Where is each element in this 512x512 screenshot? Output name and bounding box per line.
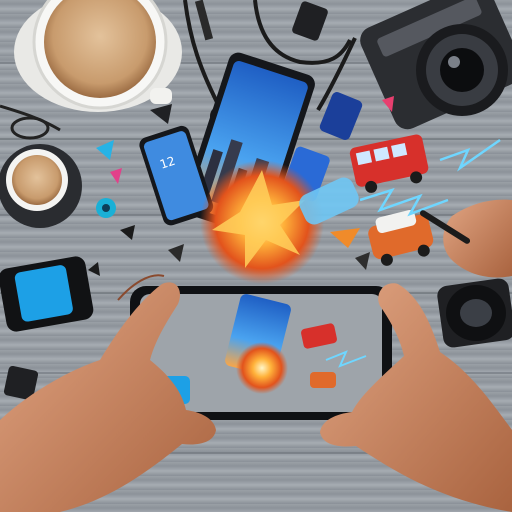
coffee-cup-large-icon	[14, 0, 182, 112]
usb-drive-icon	[292, 1, 328, 41]
toy-bus-icon	[349, 134, 429, 193]
camera-icon	[360, 0, 512, 130]
photo-scene: 12	[0, 0, 512, 512]
pen-icon	[194, 0, 214, 41]
lens-icon	[437, 278, 512, 348]
coffee-cup-small-icon	[0, 144, 82, 228]
glasses-icon	[0, 104, 61, 140]
scene-illustration: 12	[0, 0, 512, 512]
explosion-icon	[200, 160, 359, 284]
battery-icon	[0, 256, 94, 332]
